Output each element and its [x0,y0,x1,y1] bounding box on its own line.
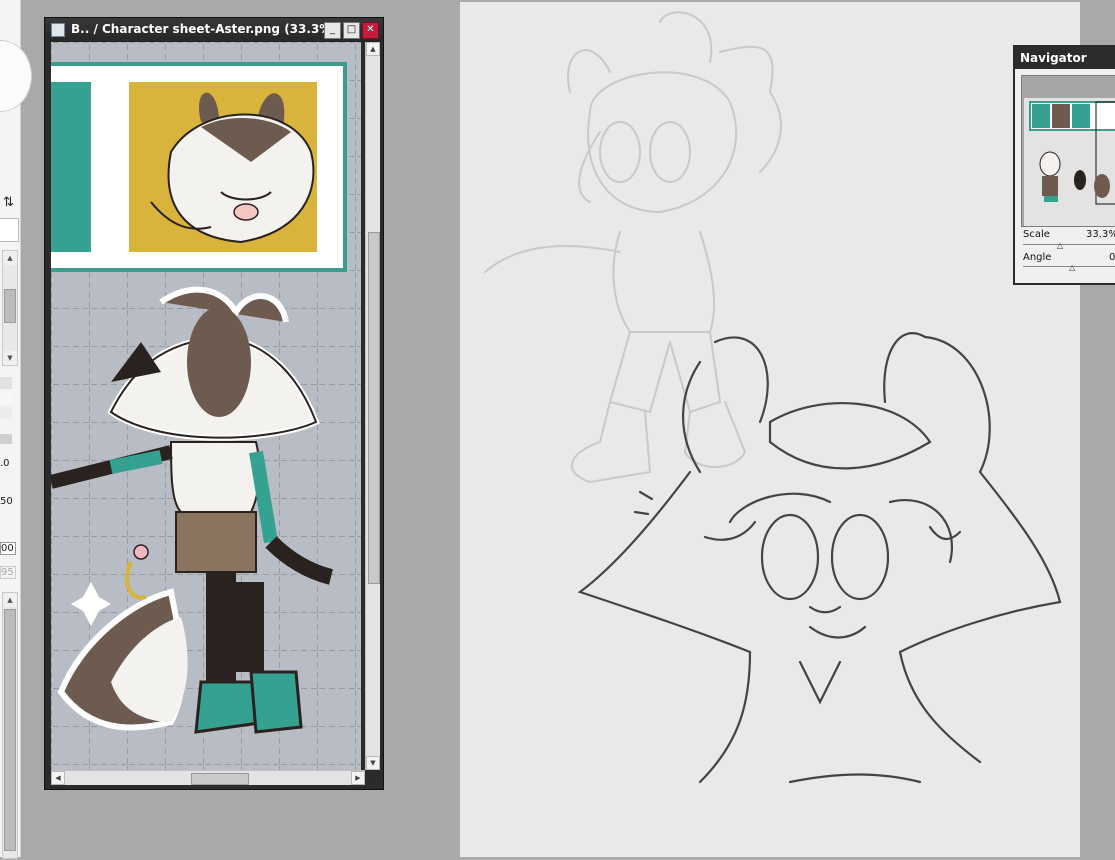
image-window-icon [51,23,65,37]
left-scrollbar-top[interactable]: ▲ ▼ [2,250,18,366]
value-field[interactable]: 00 [0,542,16,555]
reference-window-titlebar[interactable]: B.. / Character sheet-Aster.png (33.3%) … [45,18,383,42]
scroll-up-icon[interactable]: ▲ [3,593,17,607]
minimize-button[interactable]: _ [324,22,341,39]
swatch[interactable] [0,434,12,444]
scroll-thumb[interactable] [4,609,16,851]
angle-value[interactable]: 0 [1109,252,1115,263]
scale-label: Scale [1023,229,1050,240]
character-sheet-image [51,42,361,770]
reference-vertical-scrollbar[interactable]: ▲ ▼ [365,42,380,770]
close-button[interactable]: ✕ [362,22,379,39]
reference-window[interactable]: B.. / Character sheet-Aster.png (33.3%) … [44,17,384,790]
scroll-thumb[interactable] [191,773,249,785]
navigator-preview-image [1022,76,1115,226]
scroll-up-icon[interactable]: ▲ [3,251,17,265]
navigator-title: Navigator [1015,47,1115,69]
reference-image[interactable] [51,42,361,770]
scroll-thumb[interactable] [368,232,380,584]
scroll-up-icon[interactable]: ▲ [366,42,380,56]
value-field[interactable]: 50 [0,496,13,507]
navigator-preview[interactable] [1021,75,1115,227]
sketch-drawing [484,11,1062,784]
reference-window-title: B.. / Character sheet-Aster.png (33.3%) [71,22,337,36]
reference-horizontal-scrollbar[interactable]: ◀ ▶ [51,770,365,785]
scroll-right-icon[interactable]: ▶ [351,771,365,785]
scroll-thumb[interactable] [4,289,16,323]
angle-slider-handle[interactable]: △ [1069,263,1075,272]
left-tool-panel: ⇅ ▲ ▼ .0 50 00 95 ▲ [0,0,32,859]
brush-size-field[interactable] [0,218,19,242]
swatch[interactable] [0,392,12,404]
left-scrollbar-bottom[interactable]: ▲ [2,592,18,859]
scroll-down-icon[interactable]: ▼ [366,756,380,770]
maximize-button[interactable]: □ [343,22,360,39]
swap-colors-icon[interactable]: ⇅ [3,195,14,210]
scroll-down-icon[interactable]: ▼ [3,351,17,365]
value-field[interactable]: 95 [0,566,16,579]
scale-value[interactable]: 33.3% [1086,229,1115,240]
swatch[interactable] [0,377,12,389]
scale-slider-handle[interactable]: △ [1057,241,1063,250]
swatch[interactable] [0,407,12,419]
value-field[interactable]: .0 [0,458,10,469]
scale-slider[interactable] [1023,244,1115,245]
drawing-canvas[interactable] [460,2,1080,857]
scroll-left-icon[interactable]: ◀ [51,771,65,785]
angle-label: Angle [1023,252,1052,263]
color-wheel[interactable] [0,40,32,112]
navigator-panel: Navigator Scale 33.3% △ Angle 0 △ [1013,45,1115,285]
